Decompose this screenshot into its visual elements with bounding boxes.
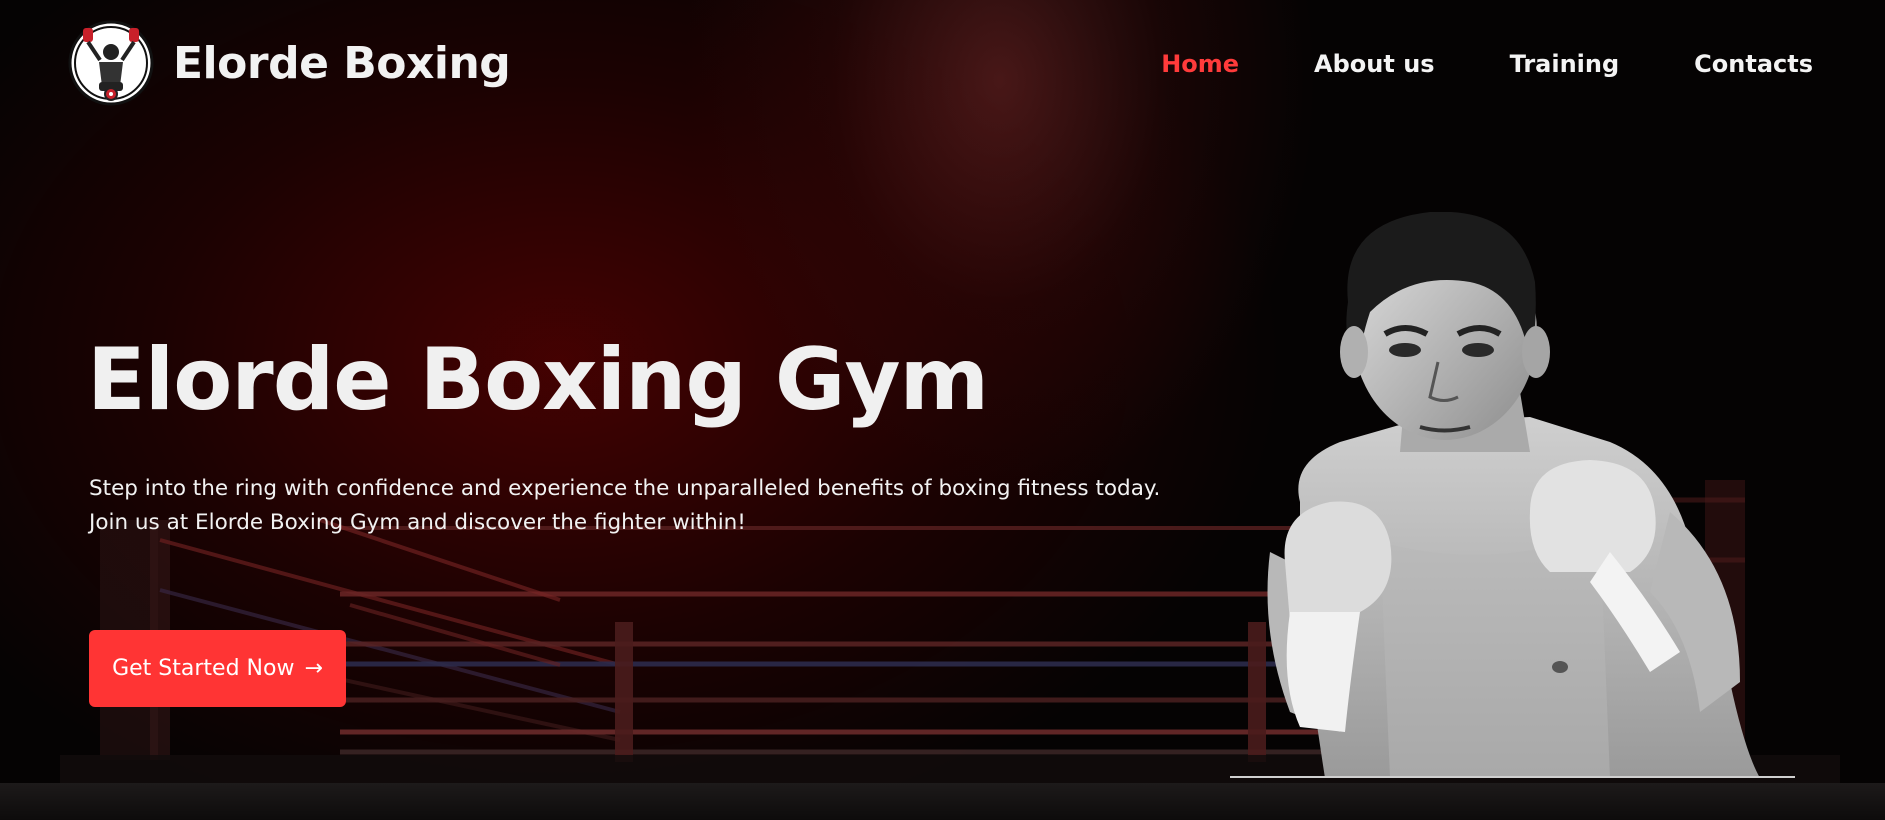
main-nav: Home About us Training Contacts: [1161, 50, 1813, 78]
ring-floor: [0, 783, 1885, 820]
hero-description-line-1: Step into the ring with confidence and e…: [89, 476, 1161, 501]
hero-page: Elorde Boxing Home About us Training Con…: [0, 0, 1885, 820]
boxer-logo-icon[interactable]: [68, 20, 154, 106]
nav-about-us[interactable]: About us: [1314, 50, 1435, 78]
hero-description-line-2: Join us at Elorde Boxing Gym and discove…: [89, 510, 746, 535]
nav-contacts[interactable]: Contacts: [1694, 50, 1813, 78]
brand-name[interactable]: Elorde Boxing: [173, 38, 511, 89]
boxer-photo: [1230, 212, 1795, 778]
get-started-label: Get Started Now: [112, 656, 295, 681]
hero-description: Step into the ring with confidence and e…: [89, 472, 1269, 540]
nav-training[interactable]: Training: [1510, 50, 1620, 78]
nav-home[interactable]: Home: [1161, 50, 1239, 78]
arrow-right-icon: →: [304, 656, 323, 681]
get-started-button[interactable]: Get Started Now →: [89, 630, 346, 707]
site-header: Elorde Boxing Home About us Training Con…: [0, 0, 1885, 135]
hero-title: Elorde Boxing Gym: [87, 330, 989, 430]
